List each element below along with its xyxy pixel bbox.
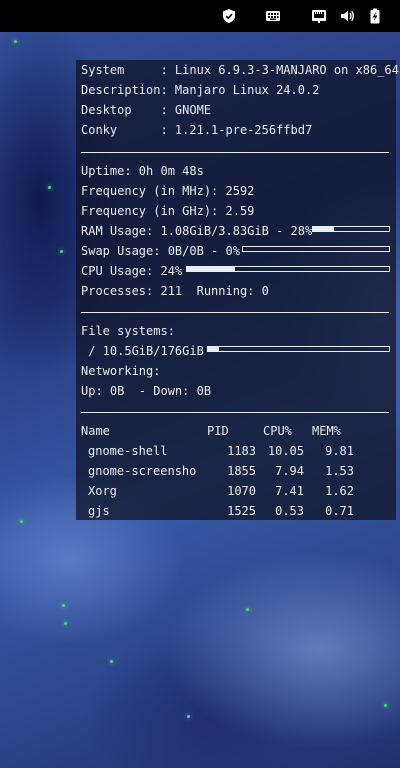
section-divider [81,152,389,153]
process-header-pid: PID [207,424,229,438]
ram-usage-bar [312,226,390,232]
conky-version-row: Conky : 1.21.1-pre-256ffbd7 [81,120,312,140]
conky-version-value: 1.21.1-pre-256ffbd7 [174,123,313,137]
network-icon[interactable] [311,8,327,24]
network-traffic-text: Up: 0B - Down: 0B [81,384,212,398]
system-value: Linux 6.9.3-3-MANJARO on x86_64 [174,63,399,77]
wallpaper-sparkle [246,608,249,611]
process-name: gnome-shell [88,444,168,458]
process-mem: 9.81 [325,444,354,458]
desktop-value: GNOME [174,103,212,117]
ram-usage-text: RAM Usage: 1.08GiB/3.83GiB - 28% [81,224,313,238]
swap-usage-bar [242,246,390,252]
process-cpu: 7.94 [275,464,304,478]
processes-text: Processes: 211 Running: 0 [81,284,269,298]
process-header-mem: MEM% [312,424,341,438]
desktop-label: Desktop : [81,103,175,117]
shield-icon[interactable] [221,8,237,24]
description-value: Manjaro Linux 24.0.2 [174,83,320,97]
wallpaper-sparkle [110,660,113,663]
section-divider [81,412,389,413]
wallpaper-sparkle [384,704,387,707]
wallpaper-sparkle [14,40,17,43]
process-cpu: 10.05 [267,444,304,458]
wallpaper-sparkle [187,715,190,718]
wallpaper-sparkle [48,186,51,189]
conky-panel: System : Linux 6.9.3-3-MANJARO on x86_64… [76,60,399,520]
networking-label: Networking: [81,364,161,378]
uptime-text: Uptime: 0h 0m 48s [81,164,204,178]
wallpaper-sparkle [62,604,65,607]
process-pid: 1525 [227,504,256,518]
process-header-name: Name [81,424,110,438]
system-row: System : Linux 6.9.3-3-MANJARO on x86_64 [81,60,399,80]
section-divider [81,312,389,313]
wallpaper-sparkle [20,520,23,523]
process-cpu: 0.53 [275,504,304,518]
process-pid: 1855 [227,464,256,478]
process-pid: 1070 [227,484,256,498]
ram-usage-bar-fill [313,227,335,231]
process-header-cpu: CPU% [263,424,292,438]
conky-version-label: Conky : [81,123,175,137]
process-name: gnome-screensho [88,464,197,478]
swap-usage-text: Swap Usage: 0B/0B - 0% [81,244,240,258]
top-panel [0,0,400,32]
frequency-mhz-text: Frequency (in MHz): 2592 [81,184,255,198]
root-filesystem-text: / 10.5GiB/176GiB [81,344,204,358]
battery-icon[interactable] [367,8,383,24]
wallpaper-sparkle [64,622,67,625]
description-row: Description: Manjaro Linux 24.0.2 [81,80,319,100]
cpu-usage-bar [186,266,390,272]
process-mem: 1.53 [325,464,354,478]
desktop-row: Desktop : GNOME [81,100,211,120]
process-mem: 1.62 [325,484,354,498]
root-filesystem-bar-fill [208,347,219,351]
keyboard-icon[interactable] [265,8,281,24]
system-label: System : [81,63,175,77]
process-name: gjs [88,504,110,518]
cpu-usage-text: CPU Usage: 24% [81,264,183,278]
file-systems-label: File systems: [81,324,175,338]
process-name: Xorg [88,484,117,498]
frequency-ghz-text: Frequency (in GHz): 2.59 [81,204,255,218]
wallpaper-sparkle [60,250,63,253]
process-cpu: 7.41 [275,484,304,498]
root-filesystem-bar [207,346,390,352]
description-label: Description: [81,83,175,97]
process-pid: 1183 [227,444,256,458]
cpu-usage-bar-fill [187,267,236,271]
process-mem: 0.71 [325,504,354,518]
volume-icon[interactable] [339,8,355,24]
